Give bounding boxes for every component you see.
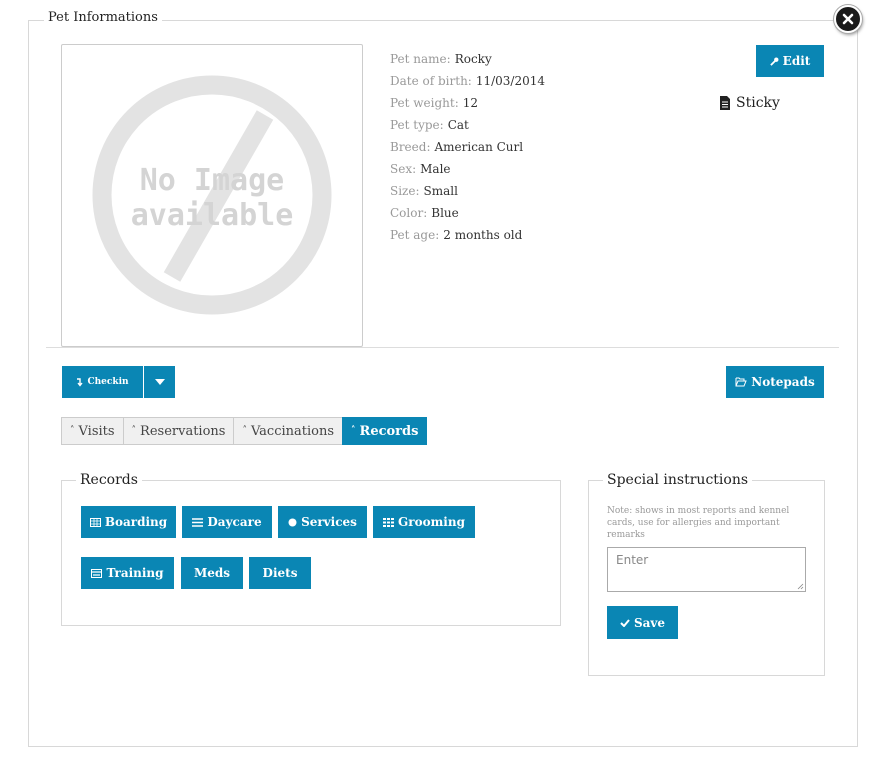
notepads-button[interactable]: Notepads (726, 366, 824, 398)
pet-name-value: Rocky (454, 52, 492, 66)
field-label: Pet type: (390, 118, 444, 132)
grooming-button[interactable]: Grooming (373, 506, 475, 538)
age-value: 2 months old (443, 228, 523, 242)
sticky-link[interactable]: Sticky (719, 95, 780, 111)
training-label: Training (106, 566, 164, 580)
size-value: Small (423, 184, 458, 198)
double-chevron-up-icon: ˄ (242, 426, 247, 436)
checkin-dropdown-button[interactable] (143, 366, 175, 398)
notepads-label: Notepads (751, 375, 815, 389)
boarding-label: Boarding (104, 515, 168, 529)
special-instructions-title: Special instructions (603, 472, 753, 488)
save-label: Save (633, 615, 666, 630)
type-row: Pet type: Cat (390, 114, 545, 136)
field-label: Date of birth: (390, 74, 472, 88)
close-icon (842, 13, 854, 25)
wrench-icon (769, 57, 779, 66)
edit-label: Edit (782, 54, 811, 68)
sex-row: Sex: Male (390, 158, 545, 180)
folder-open-icon (735, 377, 748, 387)
circle-icon (288, 518, 297, 527)
field-label: Pet weight: (390, 96, 459, 110)
card-icon (91, 568, 103, 578)
meds-label: Meds (193, 566, 231, 580)
no-image-placeholder: No Image available (92, 75, 332, 315)
sticky-label: Sticky (736, 95, 780, 111)
tab-label: Visits (78, 423, 115, 439)
field-label: Pet age: (390, 228, 440, 242)
file-icon (720, 96, 730, 110)
tab-label: Reservations (140, 423, 226, 439)
meds-button[interactable]: Meds (181, 557, 243, 589)
records-section (61, 480, 561, 626)
services-button[interactable]: Services (278, 506, 367, 538)
color-row: Color: Blue (390, 202, 545, 224)
check-icon (620, 618, 630, 627)
save-button[interactable]: Save (607, 606, 678, 639)
pet-name-row: Pet name: Rocky (390, 48, 545, 70)
special-instructions-note: Note: shows in most reports and kennel c… (607, 506, 790, 540)
tab-records[interactable]: ˄ Records (342, 417, 428, 445)
panel-title: Pet Informations (44, 10, 162, 25)
resize-handle-icon[interactable] (797, 583, 804, 590)
no-image-text-2: available (131, 198, 294, 233)
tab-reservations[interactable]: ˄ Reservations (122, 417, 235, 445)
input-placeholder: Enter (616, 553, 649, 567)
tab-label: Records (359, 423, 419, 439)
tab-visits[interactable]: ˄ Visits (61, 417, 124, 445)
no-image-text-1: No Image (140, 163, 285, 198)
breed-row: Breed: American Curl (390, 136, 545, 158)
tab-vaccinations[interactable]: ˄ Vaccinations (233, 417, 344, 445)
boarding-button[interactable]: Boarding (81, 506, 176, 538)
caret-down-icon (154, 379, 165, 385)
arrow-down-icon (76, 377, 83, 387)
breed-value: American Curl (434, 140, 524, 154)
grid-icon (383, 517, 395, 527)
field-label: Pet name: (390, 52, 451, 66)
type-value: Cat (447, 118, 469, 132)
sex-value: Male (420, 162, 451, 176)
close-button[interactable] (834, 5, 862, 33)
list-icon (192, 517, 204, 527)
weight-row: Pet weight: 12 (390, 92, 545, 114)
pet-photo: No Image available (61, 44, 363, 347)
checkin-label: Checkin (87, 377, 129, 387)
diets-label: Diets (262, 566, 298, 580)
special-instructions-input[interactable]: Enter (607, 547, 806, 592)
dob-row: Date of birth: 11/03/2014 (390, 70, 545, 92)
grooming-label: Grooming (398, 515, 465, 529)
field-label: Size: (390, 184, 420, 198)
pet-details: Pet name: Rocky Date of birth: 11/03/2014 … (390, 48, 545, 246)
field-label: Breed: (390, 140, 431, 154)
double-chevron-up-icon: ˄ (131, 426, 137, 436)
tab-label: Vaccinations (250, 423, 335, 439)
tab-bar: ˄ Visits ˄ Reservations ˄ Vaccinations ˄ Rec… (61, 417, 428, 445)
records-title: Records (76, 472, 142, 488)
dob-value: 11/03/2014 (475, 74, 546, 88)
weight-value: 12 (462, 96, 479, 110)
age-row: Pet age: 2 months old (390, 224, 545, 246)
daycare-label: Daycare (207, 515, 262, 529)
size-row: Size: Small (390, 180, 545, 202)
table-icon (89, 517, 101, 527)
checkin-button[interactable]: Checkin (62, 366, 143, 398)
edit-button[interactable]: Edit (756, 45, 824, 77)
color-value: Blue (431, 206, 459, 220)
diets-button[interactable]: Diets (249, 557, 311, 589)
section-divider (46, 347, 839, 348)
field-label: Sex: (390, 162, 417, 176)
daycare-button[interactable]: Daycare (182, 506, 272, 538)
training-button[interactable]: Training (81, 557, 174, 589)
double-chevron-up-icon: ˄ (351, 426, 356, 436)
services-label: Services (301, 515, 357, 529)
double-chevron-up-icon: ˄ (70, 426, 75, 436)
field-label: Color: (390, 206, 428, 220)
